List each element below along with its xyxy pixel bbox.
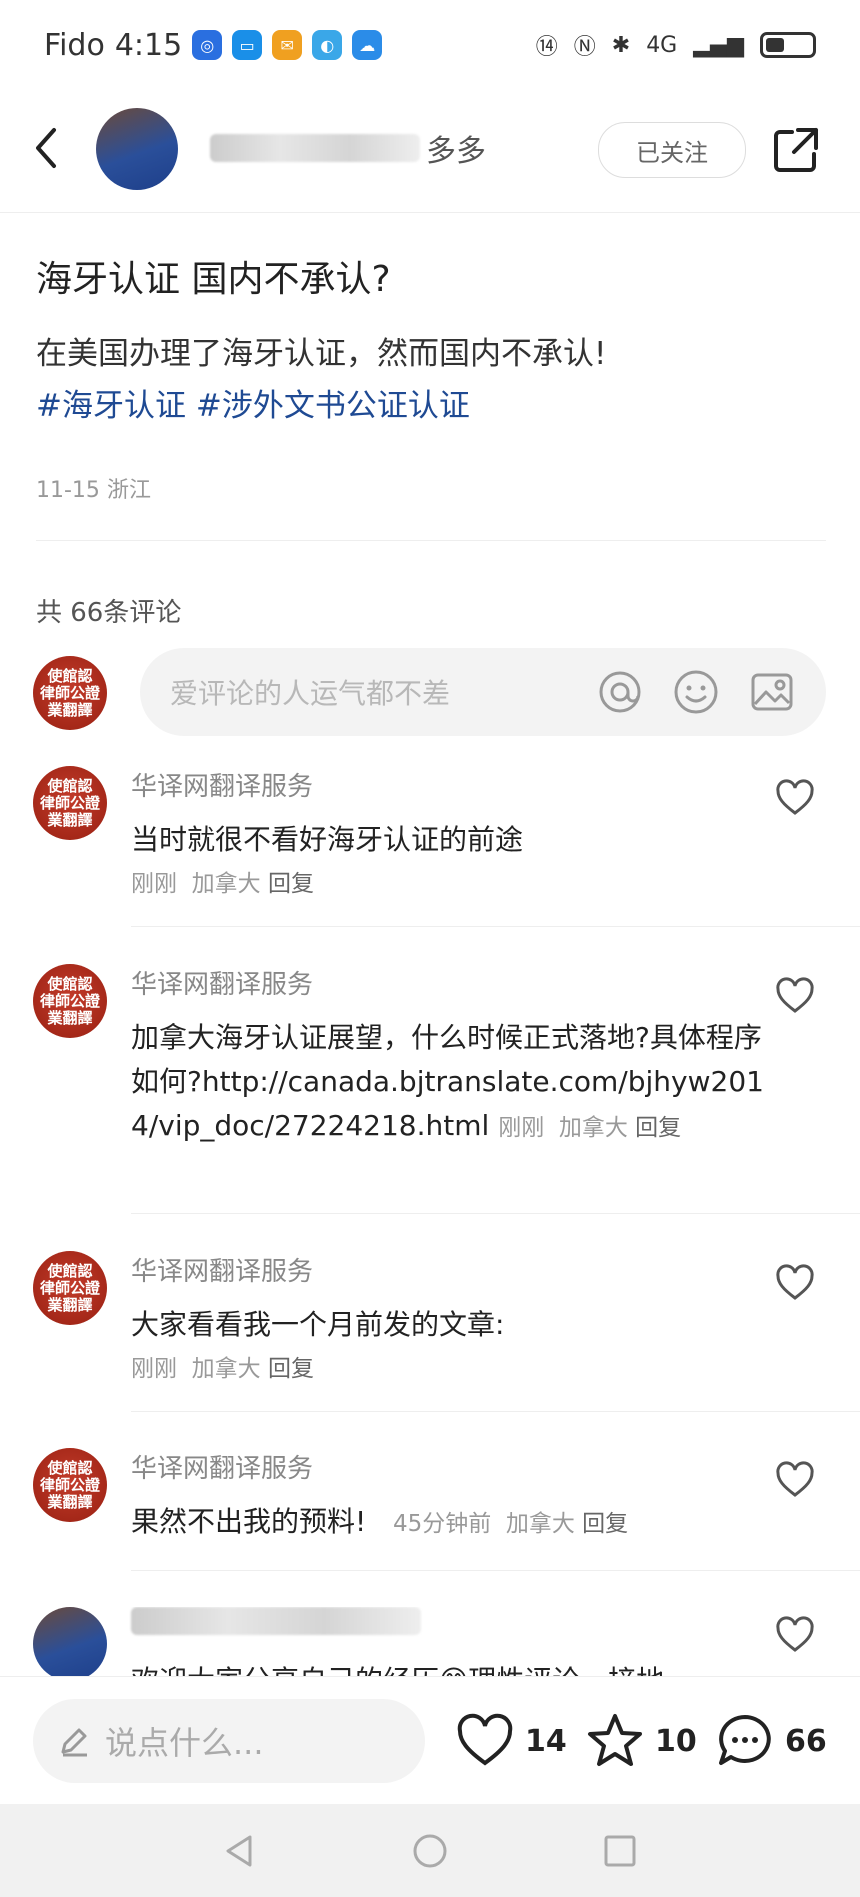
- current-user-avatar: 使館認 律師公證 業翻譯: [33, 656, 107, 730]
- clock: 4:15: [114, 27, 183, 63]
- reply-button[interactable]: 回复: [268, 871, 314, 897]
- like-button[interactable]: 14: [455, 1711, 567, 1771]
- cloud-notification-icon: ☁: [352, 30, 383, 60]
- blurred-username: [131, 1607, 421, 1635]
- commenter-avatar[interactable]: [33, 1607, 107, 1676]
- reply-button[interactable]: 回复: [582, 1511, 628, 1537]
- commenter-avatar[interactable]: 使館認 律師公證 業翻譯: [33, 1251, 107, 1325]
- commenter-avatar[interactable]: 使館認 律師公證 業翻譯: [33, 1448, 107, 1522]
- comment-text: 大家看看我一个月前发的文章: 刚刚 加拿大 回复: [131, 1303, 781, 1391]
- reply-button[interactable]: 回复: [635, 1115, 681, 1141]
- tag-link[interactable]: #涉外文书公证认证: [196, 388, 470, 424]
- reply-button[interactable]: 回复: [268, 1356, 314, 1382]
- carrier-label: Fido: [44, 27, 105, 63]
- image-icon[interactable]: [748, 668, 796, 716]
- commenter-avatar[interactable]: 使館認 律師公證 業翻譯: [33, 964, 107, 1038]
- say-something-placeholder: 说点什么...: [105, 1724, 264, 1762]
- favorite-count: 10: [655, 1723, 697, 1759]
- post-tags: #海牙认证 #涉外文书公证认证: [36, 380, 826, 432]
- mail-notification-icon: ✉: [272, 30, 303, 60]
- nav-recents-icon[interactable]: [600, 1831, 640, 1871]
- comment-meta: 刚刚 加拿大 回复: [131, 871, 314, 897]
- favorite-button[interactable]: 10: [585, 1711, 697, 1771]
- comment-input[interactable]: 爱评论的人运气都不差: [140, 648, 826, 736]
- comment-item: 欢迎大家分享自己的经历😁理性评论，接地: [33, 1607, 827, 1676]
- divider: [131, 926, 860, 927]
- post-meta: 11-15 浙江: [36, 472, 826, 504]
- like-heart-icon[interactable]: [775, 778, 815, 818]
- commenter-name[interactable]: 华译网翻译服务: [131, 964, 313, 1001]
- divider: [131, 1411, 860, 1412]
- comment-item: 使館認 律師公證 業翻譯 华译网翻译服务 加拿大海牙认证展望，什么时候正式落地?…: [33, 964, 827, 1184]
- data-saver-icon: ⑭: [535, 35, 558, 60]
- emoji-icon[interactable]: [672, 668, 720, 716]
- nav-back-icon[interactable]: [220, 1831, 260, 1871]
- author-name[interactable]: 多多: [210, 126, 486, 170]
- comment-text: 加拿大海牙认证展望，什么时候正式落地?具体程序如何?http://canada.…: [131, 1021, 764, 1142]
- battery-icon: [760, 32, 816, 58]
- chat-bubble-icon: [719, 1715, 771, 1765]
- comments-button[interactable]: 66: [715, 1711, 827, 1771]
- divider: [131, 1213, 860, 1214]
- comment-text: 当时就很不看好海牙认证的前途 刚刚 加拿大 回复: [131, 818, 781, 906]
- pencil-icon: [61, 1728, 87, 1757]
- post-title: 海牙认证 国内不承认?: [36, 259, 391, 300]
- app-notification-icon: ◎: [192, 30, 223, 60]
- browser-notification-icon: ◐: [312, 30, 343, 60]
- tag-link[interactable]: #海牙认证: [36, 388, 186, 424]
- system-navigation-bar: [0, 1804, 860, 1897]
- bluetooth-icon: ✱: [611, 32, 631, 58]
- commenter-name[interactable]: [131, 1607, 427, 1642]
- divider: [131, 1570, 860, 1571]
- nav-home-icon[interactable]: [410, 1831, 450, 1871]
- author-avatar[interactable]: [96, 108, 178, 190]
- comment-text: 果然不出我的预料! 45分钟前 加拿大 回复: [131, 1505, 629, 1538]
- commenter-name[interactable]: 华译网翻译服务: [131, 1251, 313, 1288]
- nfc-icon: Ⓝ: [573, 35, 596, 60]
- divider: [36, 540, 826, 541]
- post-location: 浙江: [106, 478, 151, 503]
- post-date: 11-15: [36, 478, 100, 503]
- comment-total: 66: [785, 1723, 827, 1759]
- blurred-username: [210, 134, 420, 162]
- post-body: 在美国办理了海牙认证，然而国内不承认!: [36, 336, 607, 372]
- signal-icon: ▂▄▆: [693, 32, 744, 58]
- commenter-name[interactable]: 华译网翻译服务: [131, 1448, 313, 1485]
- comment-input-placeholder: 爱评论的人运气都不差: [170, 677, 451, 710]
- heart-icon: [457, 1713, 513, 1766]
- status-bar: Fido 4:15 ◎ ▭ ✉ ◐ ☁ ⑭ Ⓝ ✱ 4G ▂▄▆: [0, 0, 860, 90]
- network-type: 4G: [646, 32, 678, 58]
- comment-item: 使館認 律師公證 業翻譯 华译网翻译服务 当时就很不看好海牙认证的前途 刚刚 加…: [33, 766, 827, 897]
- post-header: 多多 已关注: [0, 98, 860, 213]
- like-count: 14: [525, 1723, 567, 1759]
- comment-meta: 45分钟前 加拿大 回复: [392, 1511, 629, 1537]
- like-heart-icon[interactable]: [775, 976, 815, 1016]
- say-something-input[interactable]: 说点什么...: [33, 1699, 425, 1783]
- back-arrow-icon[interactable]: [24, 120, 72, 176]
- message-notification-icon: ▭: [232, 30, 263, 60]
- like-heart-icon[interactable]: [775, 1615, 815, 1655]
- star-icon: [588, 1714, 642, 1766]
- like-heart-icon[interactable]: [775, 1460, 815, 1500]
- comment-item: 使館認 律師公證 業翻譯 华译网翻译服务 大家看看我一个月前发的文章: 刚刚 加…: [33, 1251, 827, 1382]
- comment-item: 使館認 律師公證 業翻譯 华译网翻译服务 果然不出我的预料! 45分钟前 加拿大…: [33, 1448, 827, 1558]
- comment-count: 共 66条评论: [36, 598, 182, 628]
- comment-text: 欢迎大家分享自己的经历😁理性评论，接地: [131, 1659, 781, 1676]
- commenter-name[interactable]: 华译网翻译服务: [131, 766, 313, 803]
- commenter-avatar[interactable]: 使館認 律師公證 業翻譯: [33, 766, 107, 840]
- like-heart-icon[interactable]: [775, 1263, 815, 1303]
- follow-button[interactable]: 已关注: [598, 122, 746, 178]
- share-icon[interactable]: [770, 124, 822, 176]
- bottom-action-bar: 说点什么... 14 10 66: [0, 1676, 860, 1805]
- comment-meta: 刚刚 加拿大 回复: [131, 1356, 314, 1382]
- mention-icon[interactable]: [596, 668, 644, 716]
- comment-meta: 刚刚 加拿大 回复: [498, 1115, 682, 1141]
- post-content: 海牙认证 国内不承认? 在美国办理了海牙认证，然而国内不承认! #海牙认证 #涉…: [36, 250, 826, 504]
